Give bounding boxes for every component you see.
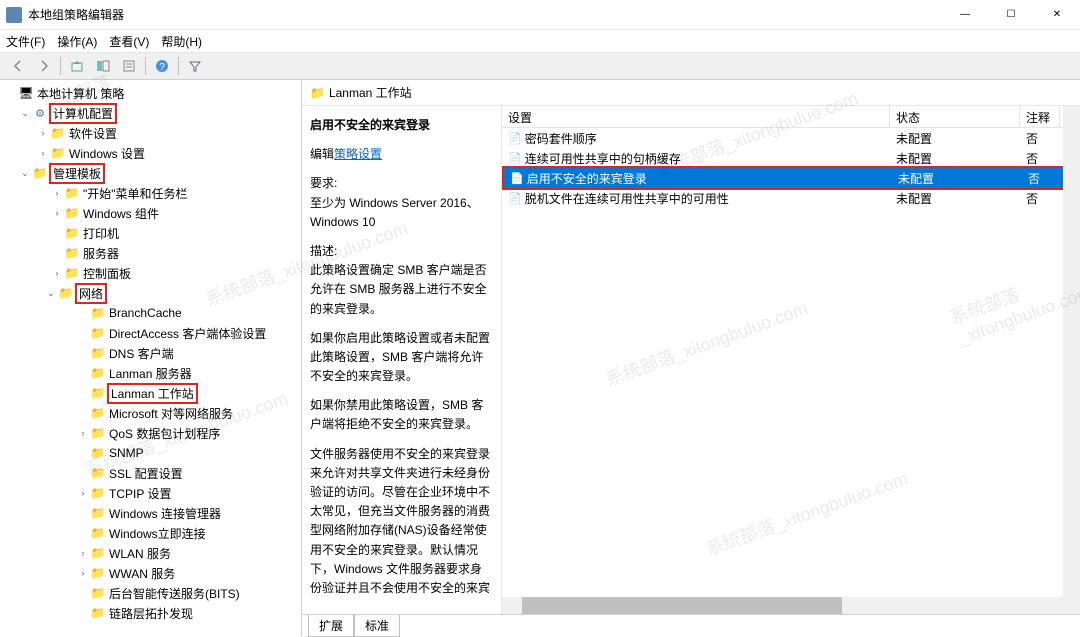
filter-button[interactable]: [183, 55, 207, 77]
tree-root[interactable]: 本地计算机 策略: [0, 83, 301, 103]
tree-windows-settings[interactable]: ›Windows 设置: [0, 143, 301, 163]
back-button[interactable]: [6, 55, 30, 77]
properties-button[interactable]: [117, 55, 141, 77]
tree-ssl[interactable]: SSL 配置设置: [0, 463, 301, 483]
tree-pane[interactable]: 本地计算机 策略 ⌄计算机配置 ›软件设置 ›Windows 设置 ⌄管理模板 …: [0, 80, 302, 636]
window-title: 本地组策略编辑器: [28, 6, 942, 23]
tree-qos[interactable]: ›QoS 数据包计划程序: [0, 423, 301, 443]
col-setting[interactable]: 设置: [502, 106, 890, 127]
folder-icon: [90, 366, 106, 380]
settings-list: 设置 状态 注释 密码套件顺序 未配置 否 连续可用性共享中的句柄缓存 未配置 …: [502, 106, 1080, 614]
folder-icon: [64, 246, 80, 260]
setting-icon: [510, 171, 524, 185]
folder-icon: [90, 446, 106, 460]
tree-start-taskbar[interactable]: ›"开始"菜单和任务栏: [0, 183, 301, 203]
folder-icon: [50, 126, 66, 140]
folder-icon: [90, 326, 106, 340]
tree-admin-templates[interactable]: ⌄管理模板: [0, 163, 301, 183]
tree-printers[interactable]: 打印机: [0, 223, 301, 243]
folder-icon: [310, 86, 325, 100]
folder-icon: [64, 226, 80, 240]
folder-icon: [50, 146, 66, 160]
folder-icon: [90, 526, 106, 540]
tree-tcpip[interactable]: ›TCPIP 设置: [0, 483, 301, 503]
gear-icon: [32, 106, 48, 120]
tree-wwan[interactable]: ›WWAN 服务: [0, 563, 301, 583]
folder-icon: [90, 506, 106, 520]
tree-dns-client[interactable]: DNS 客户端: [0, 343, 301, 363]
titlebar: 本地组策略编辑器 — ☐ ✕: [0, 0, 1080, 30]
folder-icon: [90, 586, 106, 600]
up-button[interactable]: [65, 55, 89, 77]
tree-snmp[interactable]: SNMP: [0, 443, 301, 463]
list-row[interactable]: 连续可用性共享中的句柄缓存 未配置 否: [502, 148, 1080, 168]
list-row[interactable]: 脱机文件在连续可用性共享中的可用性 未配置 否: [502, 188, 1080, 208]
folder-icon: [90, 426, 106, 440]
tree-windows-components[interactable]: ›Windows 组件: [0, 203, 301, 223]
folder-icon: [58, 286, 74, 300]
tree-bits[interactable]: 后台智能传送服务(BITS): [0, 583, 301, 603]
tree-wlan[interactable]: ›WLAN 服务: [0, 543, 301, 563]
detail-title: 启用不安全的来宾登录: [310, 116, 493, 135]
col-state[interactable]: 状态: [890, 106, 1020, 127]
show-hide-tree-button[interactable]: [91, 55, 115, 77]
detail-panel: 启用不安全的来宾登录 编辑策略设置 要求:至少为 Windows Server …: [302, 106, 502, 614]
computer-icon: [18, 86, 34, 100]
svg-text:?: ?: [159, 62, 165, 73]
folder-icon: [32, 166, 48, 180]
menu-action[interactable]: 操作(A): [57, 33, 97, 50]
setting-icon: [508, 131, 522, 145]
right-pane-title: Lanman 工作站: [329, 84, 412, 101]
folder-icon: [90, 566, 106, 580]
app-icon: [6, 7, 22, 23]
setting-icon: [508, 191, 522, 205]
folder-icon: [90, 406, 106, 420]
menubar: 文件(F) 操作(A) 查看(V) 帮助(H): [0, 30, 1080, 52]
forward-button[interactable]: [32, 55, 56, 77]
tree-computer-config[interactable]: ⌄计算机配置: [0, 103, 301, 123]
tree-lanman-workstation[interactable]: Lanman 工作站: [0, 383, 301, 403]
menu-help[interactable]: 帮助(H): [161, 33, 202, 50]
list-header: 设置 状态 注释: [502, 106, 1080, 128]
folder-icon: [90, 546, 106, 560]
col-comment[interactable]: 注释: [1020, 106, 1060, 127]
folder-icon: [64, 206, 80, 220]
menu-file[interactable]: 文件(F): [6, 33, 45, 50]
horizontal-scrollbar[interactable]: [502, 597, 1063, 614]
setting-icon: [508, 151, 522, 165]
folder-icon: [64, 186, 80, 200]
folder-icon: [90, 466, 106, 480]
close-button[interactable]: ✕: [1034, 0, 1080, 29]
tree-software-settings[interactable]: ›软件设置: [0, 123, 301, 143]
tree-win-conn-mgr[interactable]: Windows 连接管理器: [0, 503, 301, 523]
tree-directaccess[interactable]: DirectAccess 客户端体验设置: [0, 323, 301, 343]
tree-lltd[interactable]: 链路层拓扑发现: [0, 603, 301, 623]
maximize-button[interactable]: ☐: [988, 0, 1034, 29]
toolbar: ?: [0, 52, 1080, 80]
tree-network[interactable]: ⌄网络: [0, 283, 301, 303]
tree-server[interactable]: 服务器: [0, 243, 301, 263]
edit-policy-link[interactable]: 策略设置: [334, 147, 382, 161]
tree-win-conn-now[interactable]: Windows立即连接: [0, 523, 301, 543]
minimize-button[interactable]: —: [942, 0, 988, 29]
vertical-scrollbar[interactable]: [1063, 106, 1080, 614]
tabs: 扩展 标准: [302, 614, 1080, 636]
right-pane: Lanman 工作站 启用不安全的来宾登录 编辑策略设置 要求:至少为 Wind…: [302, 80, 1080, 636]
menu-view[interactable]: 查看(V): [109, 33, 149, 50]
list-row-selected[interactable]: 启用不安全的来宾登录 未配置 否: [502, 166, 1080, 190]
folder-icon: [90, 346, 106, 360]
tree-lanman-server[interactable]: Lanman 服务器: [0, 363, 301, 383]
folder-icon: [90, 386, 106, 400]
right-pane-header: Lanman 工作站: [302, 80, 1080, 106]
help-button[interactable]: ?: [150, 55, 174, 77]
folder-icon: [90, 306, 106, 320]
tree-branchcache[interactable]: BranchCache: [0, 303, 301, 323]
folder-icon: [64, 266, 80, 280]
tree-ms-p2p[interactable]: Microsoft 对等网络服务: [0, 403, 301, 423]
folder-icon: [90, 606, 106, 620]
list-row[interactable]: 密码套件顺序 未配置 否: [502, 128, 1080, 148]
folder-icon: [90, 486, 106, 500]
tree-control-panel[interactable]: ›控制面板: [0, 263, 301, 283]
